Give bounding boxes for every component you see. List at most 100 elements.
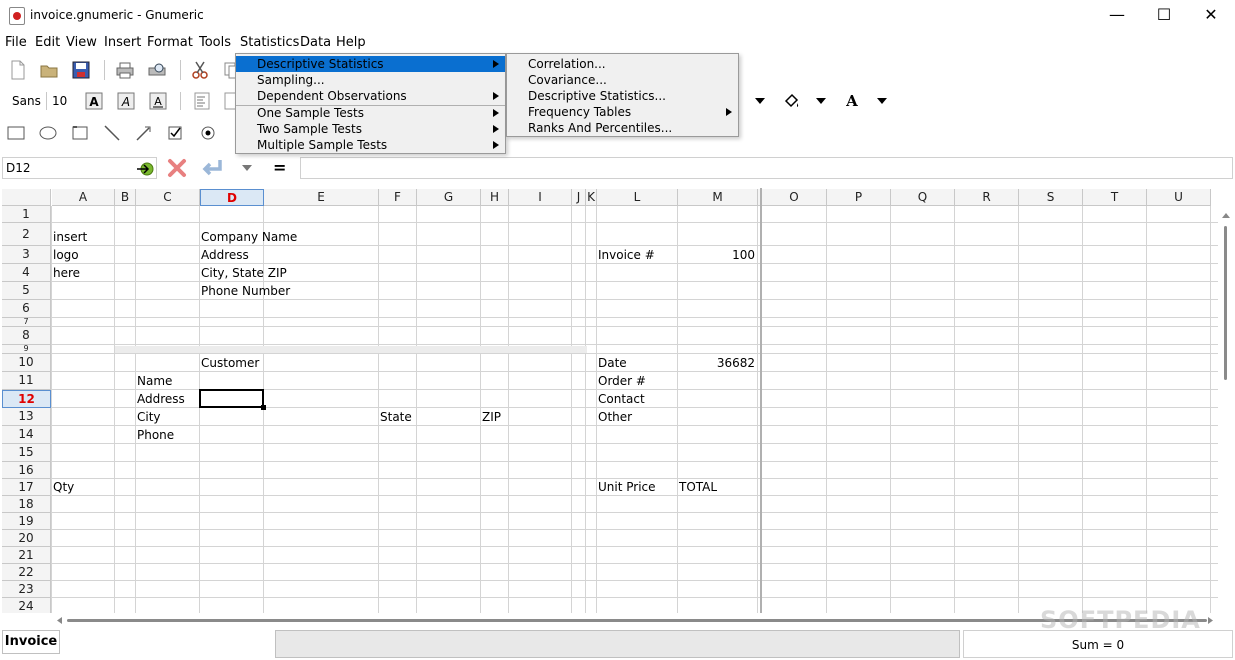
column-header-O[interactable]: O [762, 189, 827, 206]
column-header-B[interactable]: B [115, 189, 136, 206]
row-header-12[interactable]: 12 [2, 390, 51, 408]
row-header-1[interactable]: 1 [2, 206, 51, 223]
cell-F13[interactable]: State [380, 410, 417, 425]
cell-C12[interactable]: Address [137, 392, 200, 407]
row-header-15[interactable]: 15 [2, 444, 51, 462]
row-header-14[interactable]: 14 [2, 426, 51, 444]
cell-M10[interactable]: 36682 [679, 356, 755, 371]
menu-data[interactable]: Data [300, 35, 331, 50]
column-header-F[interactable]: F [379, 189, 417, 206]
column-header-T[interactable]: T [1083, 189, 1147, 206]
row-header-23[interactable]: 23 [2, 581, 51, 598]
column-header-R[interactable]: R [955, 189, 1019, 206]
menu-item-one-sample-tests[interactable]: One Sample Tests [236, 105, 505, 121]
row-header-18[interactable]: 18 [2, 496, 51, 513]
column-header-M[interactable]: M [678, 189, 758, 206]
menu-insert[interactable]: Insert [104, 35, 141, 50]
column-header-Q[interactable]: Q [891, 189, 955, 206]
formula-input[interactable] [300, 157, 1233, 179]
menu-item-correlation[interactable]: Correlation... [507, 56, 738, 72]
print-icon[interactable] [115, 60, 135, 80]
row-header-7[interactable]: 7 [2, 318, 51, 327]
maximize-button[interactable]: ☐ [1141, 0, 1187, 32]
spreadsheet-grid[interactable]: A B C D E F G H I J K L M O P Q R S T U 1 2 3 4 5 6 7 8 9 10 11 12 13 14 1… [0, 188, 1218, 613]
row-header-20[interactable]: 20 [2, 530, 51, 547]
row-header-19[interactable]: 19 [2, 513, 51, 530]
chevron-down-icon[interactable] [241, 163, 253, 173]
selected-cell-cursor[interactable] [199, 389, 264, 408]
row-header-11[interactable]: 11 [2, 372, 51, 390]
vertical-scroll-thumb[interactable] [1224, 226, 1227, 380]
frame-icon[interactable] [70, 123, 90, 143]
font-size-selector[interactable]: 10 [52, 94, 67, 108]
chevron-down-icon[interactable] [815, 96, 827, 106]
row-header-3[interactable]: 3 [2, 246, 51, 264]
cell-C14[interactable]: Phone [137, 428, 200, 443]
column-header-E[interactable]: E [264, 189, 379, 206]
column-header-L[interactable]: L [597, 189, 678, 206]
rectangle-icon[interactable] [6, 123, 26, 143]
menu-item-ranks-and-percentiles[interactable]: Ranks And Percentiles... [507, 120, 738, 136]
cell-D4[interactable]: City, State ZIP [201, 266, 287, 281]
cell-L13[interactable]: Other [598, 410, 678, 425]
cell-D10[interactable]: Customer [201, 356, 264, 371]
menu-file[interactable]: File [5, 35, 27, 50]
column-header-G[interactable]: G [417, 189, 481, 206]
chevron-down-icon[interactable] [754, 96, 766, 106]
menu-item-covariance[interactable]: Covariance... [507, 72, 738, 88]
goto-arrow-icon[interactable] [136, 161, 154, 177]
radio-button-icon[interactable] [198, 123, 218, 143]
scroll-right-icon[interactable] [1207, 616, 1215, 625]
accept-edit-icon[interactable] [200, 157, 226, 179]
cell-A3[interactable]: logo [53, 248, 115, 263]
menu-tools[interactable]: Tools [199, 35, 231, 50]
row-header-2[interactable]: 2 [2, 223, 51, 246]
cell-M17[interactable]: TOTAL [679, 480, 758, 495]
cell-L11[interactable]: Order # [598, 374, 678, 389]
row-header-17[interactable]: 17 [2, 479, 51, 496]
save-icon[interactable] [71, 60, 91, 80]
minimize-button[interactable]: — [1094, 0, 1140, 32]
column-header-C[interactable]: C [136, 189, 200, 206]
scroll-up-icon[interactable] [1221, 211, 1231, 219]
row-header-22[interactable]: 22 [2, 564, 51, 581]
horizontal-scroll-thumb[interactable] [67, 619, 1207, 622]
column-header-I[interactable]: I [509, 189, 572, 206]
cell-L3[interactable]: Invoice # [598, 248, 678, 263]
menu-item-dependent-observations[interactable]: Dependent Observations [236, 88, 505, 104]
cell-M3[interactable]: 100 [679, 248, 755, 263]
row-header-21[interactable]: 21 [2, 547, 51, 564]
scroll-left-icon[interactable] [55, 616, 63, 625]
menu-edit[interactable]: Edit [35, 35, 60, 50]
print-preview-icon[interactable] [147, 60, 167, 80]
line-icon[interactable] [102, 123, 122, 143]
vertical-scrollbar[interactable] [1218, 208, 1234, 613]
menu-format[interactable]: Format [147, 35, 193, 50]
cell-C11[interactable]: Name [137, 374, 200, 389]
new-file-icon[interactable] [8, 60, 28, 80]
row-header-16[interactable]: 16 [2, 462, 51, 479]
menu-help[interactable]: Help [336, 35, 366, 50]
menu-item-descriptive-statistics-dialog[interactable]: Descriptive Statistics... [507, 88, 738, 104]
cell-D2[interactable]: Company Name [201, 230, 297, 245]
cell-L10[interactable]: Date [598, 356, 678, 371]
column-header-J[interactable]: J [572, 189, 586, 206]
column-header-P[interactable]: P [827, 189, 891, 206]
cell-H13[interactable]: ZIP [482, 410, 509, 425]
column-header-S[interactable]: S [1019, 189, 1083, 206]
row-header-10[interactable]: 10 [2, 354, 51, 372]
cell-D3[interactable]: Address [201, 248, 264, 263]
align-left-icon[interactable] [192, 91, 212, 111]
cell-A4[interactable]: here [53, 266, 115, 281]
menu-view[interactable]: View [66, 35, 97, 50]
cut-icon[interactable] [190, 60, 210, 80]
sheet-tab-invoice[interactable]: Invoice [2, 630, 60, 654]
menu-item-sampling[interactable]: Sampling... [236, 72, 505, 88]
column-header-D[interactable]: D [200, 189, 264, 206]
formula-equals-button[interactable]: = [273, 158, 286, 177]
column-header-A[interactable]: A [52, 189, 115, 206]
checkbox-icon[interactable] [166, 123, 186, 143]
row-header-24[interactable]: 24 [2, 598, 51, 613]
close-button[interactable]: ✕ [1188, 0, 1234, 32]
row-header-9[interactable]: 9 [2, 345, 51, 354]
